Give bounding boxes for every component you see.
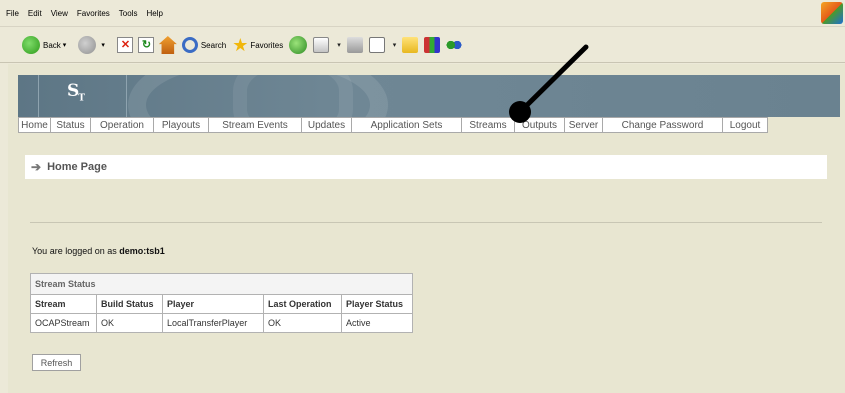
refresh-button[interactable]: Refresh <box>32 354 81 371</box>
site-logo: ST <box>67 81 85 104</box>
nav-tab-server[interactable]: Server <box>565 117 603 133</box>
column-header: Last Operation <box>263 294 342 314</box>
table-cell: OCAPStream <box>30 313 97 333</box>
site-banner: ST <box>18 75 840 117</box>
stream-status-table: Stream Status Stream Build Status Player… <box>30 273 413 333</box>
nav-tab-stream-events[interactable]: Stream Events <box>209 117 302 133</box>
search-label: Search <box>200 40 227 50</box>
nav-tab-playouts[interactable]: Playouts <box>154 117 209 133</box>
mail-icon[interactable] <box>313 37 330 53</box>
chevron-down-icon[interactable]: ▾ <box>63 41 67 49</box>
logo-sub-letter: T <box>78 93 85 104</box>
login-user: demo:tsb1 <box>119 246 165 256</box>
forward-button[interactable]: ▾ <box>78 36 111 54</box>
nav-tab-home[interactable]: Home <box>18 117 51 133</box>
media-icon[interactable] <box>289 36 308 54</box>
menu-file[interactable]: File <box>6 9 19 18</box>
stop-icon: ✕ <box>120 39 131 51</box>
chevron-down-icon[interactable]: ▾ <box>337 41 341 49</box>
column-header: Build Status <box>96 294 163 314</box>
chevron-down-icon[interactable]: ▾ <box>393 41 397 49</box>
menu-help[interactable]: Help <box>146 9 162 18</box>
back-icon <box>22 36 40 54</box>
nav-tab-change-password[interactable]: Change Password <box>603 117 723 133</box>
nav-tab-outputs[interactable]: Outputs <box>515 117 565 133</box>
refresh-button[interactable]: ↻ <box>137 37 154 53</box>
search-icon <box>181 37 198 53</box>
divider <box>30 222 822 223</box>
table-cell: OK <box>263 313 342 333</box>
nav-tab-status[interactable]: Status <box>51 117 91 133</box>
menu-edit[interactable]: Edit <box>28 9 42 18</box>
column-header: Stream <box>30 294 97 314</box>
nav-tab-logout[interactable]: Logout <box>723 117 768 133</box>
menu-tools[interactable]: Tools <box>119 9 138 18</box>
page-content: ST Home Status Operation Playouts Stream… <box>8 64 845 393</box>
menu-view[interactable]: View <box>51 9 68 18</box>
table-cell: Active <box>341 313 413 333</box>
main-nav: Home Status Operation Playouts Stream Ev… <box>18 117 768 133</box>
favorites-star-icon: ★ <box>232 35 249 55</box>
chevron-down-icon[interactable]: ▾ <box>101 41 105 49</box>
browser-toolbar: Back ▾ ▾ ✕ ↻ Search ★ Favorites ▾ ▾ <box>0 28 845 63</box>
nav-tab-operation[interactable]: Operation <box>91 117 154 133</box>
column-header: Player <box>162 294 264 314</box>
nav-tab-streams[interactable]: Streams <box>462 117 515 133</box>
folder-icon[interactable] <box>402 37 419 53</box>
arrow-right-icon: ➔ <box>31 160 42 174</box>
banner-divider <box>38 75 39 117</box>
browser-menu-bar: File Edit View Favorites Tools Help <box>0 0 845 27</box>
stop-button[interactable]: ✕ <box>116 37 133 53</box>
banner-divider <box>126 75 127 117</box>
back-label: Back <box>43 40 61 50</box>
favorites-label: Favorites <box>250 40 284 50</box>
windows-logo-icon <box>821 2 843 24</box>
table-caption: Stream Status <box>30 273 413 295</box>
login-status-prefix: You are logged on as <box>32 246 120 256</box>
table-cell: LocalTransferPlayer <box>162 313 264 333</box>
login-status: You are logged on as demo:tsb1 <box>32 246 165 256</box>
table-cell: OK <box>96 313 163 333</box>
search-button[interactable]: Search <box>181 37 227 53</box>
forward-icon <box>78 36 97 54</box>
home-icon[interactable] <box>158 36 177 54</box>
nav-tab-updates[interactable]: Updates <box>302 117 352 133</box>
back-button[interactable]: Back ▾ <box>22 36 72 54</box>
refresh-icon: ↻ <box>141 39 152 51</box>
table-row: OCAPStream OK LocalTransferPlayer OK Act… <box>30 313 413 333</box>
edit-icon[interactable] <box>368 37 385 53</box>
print-icon[interactable] <box>346 37 363 53</box>
table-header-row: Stream Build Status Player Last Operatio… <box>30 294 413 314</box>
favorites-button[interactable]: ★ Favorites <box>232 36 283 54</box>
page-title-bar: ➔ Home Page <box>25 155 827 179</box>
research-icon[interactable] <box>424 37 441 53</box>
banner-decoration <box>233 75 353 117</box>
logo-letter: S <box>67 81 79 101</box>
column-header: Player Status <box>341 294 413 314</box>
menu-favorites[interactable]: Favorites <box>77 9 110 18</box>
messenger-icon[interactable] <box>446 37 463 53</box>
nav-tab-application-sets[interactable]: Application Sets <box>352 117 462 133</box>
page-title: Home Page <box>47 161 107 173</box>
